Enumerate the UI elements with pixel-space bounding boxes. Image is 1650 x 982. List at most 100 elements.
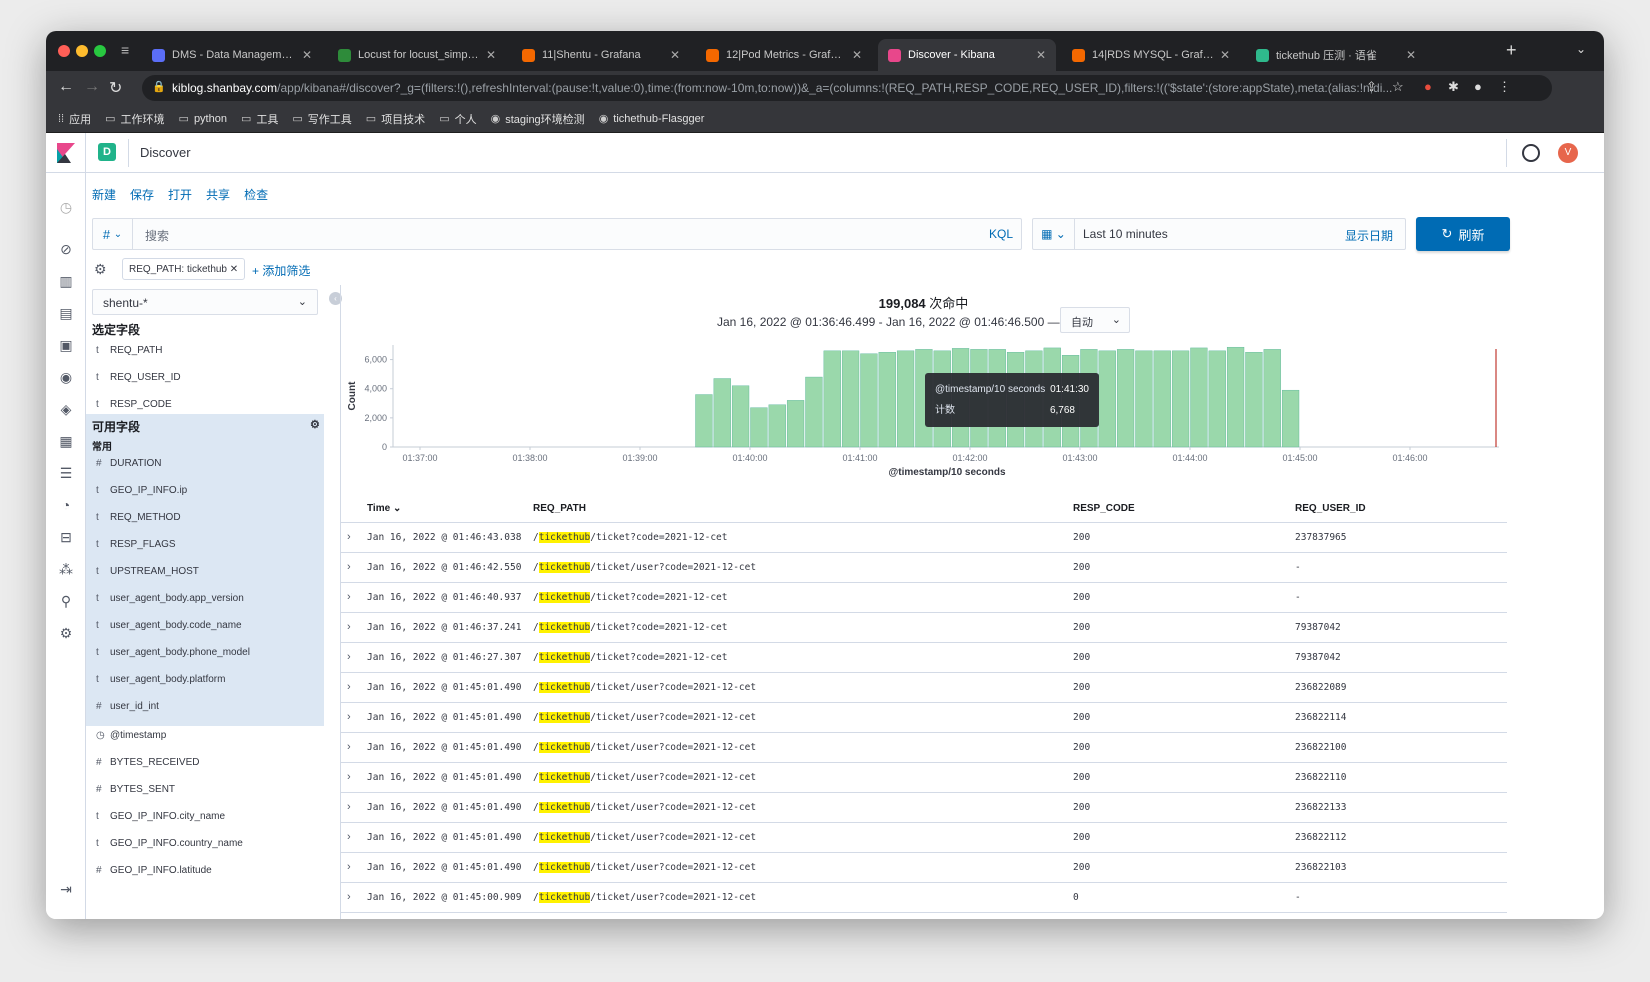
bookmark-item[interactable]: ▭ 工具 [241, 111, 278, 127]
table-row[interactable]: › Jan 16, 2022 @ 01:46:37.241/tickethub/t… [341, 613, 1507, 643]
histogram-bar[interactable] [713, 378, 731, 448]
management-gear-icon[interactable]: ⚙ [58, 625, 74, 641]
dashboard-icon[interactable]: ▤ [58, 305, 74, 321]
histogram-bar[interactable] [896, 350, 915, 448]
more-menu-icon[interactable]: ⋮ [1498, 79, 1511, 95]
browser-tab[interactable]: Locust for locust_simple.py ✕ [328, 39, 506, 71]
close-icon[interactable]: ✕ [1406, 48, 1416, 62]
close-icon[interactable]: ✕ [486, 48, 496, 62]
histogram-bar[interactable] [805, 376, 823, 448]
dev-tools-icon[interactable]: ⚲ [58, 593, 74, 609]
histogram-bar[interactable] [1245, 352, 1263, 448]
field-item[interactable]: ◷ @timestamp [86, 722, 324, 749]
histogram-bar[interactable] [750, 407, 768, 448]
filter-pill[interactable]: REQ_PATH: tickethub ✕ [122, 258, 246, 280]
table-row[interactable]: › Jan 16, 2022 @ 01:45:01.490/tickethub/t… [341, 793, 1507, 823]
logs-icon[interactable]: ▦ [58, 433, 74, 449]
histogram-bar[interactable] [1263, 349, 1281, 448]
help-icon[interactable] [1522, 144, 1540, 162]
histogram-bar[interactable] [1190, 347, 1208, 448]
bookmark-item[interactable]: ▭ 工作环境 [105, 111, 164, 127]
expand-row-icon[interactable]: › [347, 831, 351, 843]
siem-lock-icon[interactable]: ⊟ [58, 529, 74, 545]
field-item[interactable]: t user_agent_body.app_version [86, 585, 324, 612]
table-row[interactable]: › Jan 16, 2022 @ 01:46:43.038/tickethub/t… [341, 523, 1507, 553]
close-icon[interactable]: ✕ [230, 264, 238, 275]
histogram-bar[interactable] [1171, 350, 1190, 448]
profile-icon[interactable]: ● [1474, 79, 1482, 94]
browser-tab[interactable]: 11|Shentu - Grafana ✕ [512, 39, 690, 71]
browser-tab[interactable]: DMS - Data Management Ser ✕ [142, 39, 322, 71]
infrastructure-icon[interactable]: ◈ [58, 401, 74, 417]
extension-icon[interactable]: ● [1424, 79, 1432, 94]
menu-share[interactable]: 共享 [206, 186, 230, 203]
recent-clock-icon[interactable]: ◷ [58, 199, 74, 215]
bookmark-item[interactable]: ▭ 个人 [439, 111, 476, 127]
histogram-bar[interactable] [1226, 346, 1245, 448]
expand-row-icon[interactable]: › [347, 801, 351, 813]
browser-tab[interactable]: tickethub 压测 · 语雀 ✕ [1246, 39, 1426, 71]
table-row[interactable]: › Jan 16, 2022 @ 01:46:40.937/tickethub/t… [341, 583, 1507, 613]
bookmark-item[interactable]: ▭ python [179, 112, 227, 126]
table-row[interactable]: › Jan 16, 2022 @ 01:45:01.490/tickethub/t… [341, 823, 1507, 853]
expand-row-icon[interactable]: › [347, 651, 351, 663]
field-item[interactable]: # user_id_int [86, 693, 324, 720]
puzzle-icon[interactable]: ✱ [1448, 79, 1459, 95]
close-icon[interactable]: ✕ [1036, 48, 1046, 62]
bookmark-star-icon[interactable]: ☆ [1392, 79, 1404, 95]
filter-gear-icon[interactable]: ⚙ [94, 261, 107, 278]
histogram-bar[interactable] [860, 353, 878, 448]
collapse-nav-icon[interactable]: ⇥ [58, 881, 74, 897]
kql-toggle[interactable]: KQL [989, 227, 1013, 241]
expand-row-icon[interactable]: › [347, 531, 351, 543]
refresh-button[interactable]: ↻ 刷新 [1416, 217, 1510, 251]
field-item[interactable]: # GEO_IP_INFO.latitude [86, 857, 324, 884]
date-range-text[interactable]: Last 10 minutes [1083, 227, 1168, 241]
histogram-bar[interactable] [1116, 349, 1135, 448]
uptime-icon[interactable]: ◔ [58, 497, 74, 513]
histogram-bar[interactable] [1135, 350, 1153, 448]
field-item[interactable]: t user_agent_body.code_name [86, 612, 324, 639]
field-item[interactable]: # DURATION [86, 450, 324, 477]
field-item[interactable]: t RESP_FLAGS [86, 531, 324, 558]
browser-tab[interactable]: 14|RDS MYSQL - Grafana ✕ [1062, 39, 1240, 71]
field-item[interactable]: t REQ_USER_ID [86, 364, 324, 391]
back-arrow-icon[interactable]: ← [58, 78, 74, 96]
browser-tab[interactable]: 12|Pod Metrics - Grafana ✕ [696, 39, 872, 71]
field-item[interactable]: t user_agent_body.phone_model [86, 639, 324, 666]
histogram-bar[interactable] [1098, 350, 1116, 448]
close-icon[interactable]: ✕ [302, 48, 312, 62]
visualize-chart-icon[interactable]: ▥ [58, 273, 74, 289]
bookmark-item[interactable]: ◉ staging环境检测 [491, 111, 585, 127]
avatar[interactable]: V [1558, 143, 1578, 163]
field-item[interactable]: t GEO_IP_INFO.country_name [86, 830, 324, 857]
histogram-bar[interactable] [823, 350, 841, 448]
url-field[interactable]: 🔒 kiblog.shanbay.com/app/kibana#/discove… [142, 75, 1552, 101]
field-item[interactable]: # BYTES_RECEIVED [86, 749, 324, 776]
tab-search-icon[interactable]: ≡ [121, 42, 139, 60]
expand-row-icon[interactable]: › [347, 621, 351, 633]
expand-row-icon[interactable]: › [347, 711, 351, 723]
expand-row-icon[interactable]: › [347, 681, 351, 693]
expand-row-icon[interactable]: › [347, 891, 351, 903]
bookmark-item[interactable]: ⁞⁞ 应用 [58, 111, 91, 127]
add-filter-button[interactable]: + 添加筛选 [252, 262, 310, 279]
field-item[interactable]: # BYTES_SENT [86, 776, 324, 803]
histogram-bar[interactable] [1153, 350, 1171, 448]
field-item[interactable]: t REQ_METHOD [86, 504, 324, 531]
col-req-user-id[interactable]: REQ_USER_ID [1295, 503, 1366, 514]
menu-new[interactable]: 新建 [92, 186, 116, 203]
histogram-bar[interactable] [786, 400, 805, 448]
minimize-window-button[interactable] [76, 45, 88, 57]
maps-icon[interactable]: ◉ [58, 369, 74, 385]
reload-icon[interactable]: ↻ [109, 78, 122, 98]
expand-row-icon[interactable]: › [347, 561, 351, 573]
close-icon[interactable]: ✕ [852, 48, 862, 62]
table-row[interactable]: › Jan 16, 2022 @ 01:45:01.490/tickethub/t… [341, 673, 1507, 703]
index-pattern-select[interactable]: shentu-* ⌄ [92, 289, 318, 315]
graph-icon[interactable]: ⁂ [58, 561, 74, 577]
histogram-chart[interactable]: 0 2,000 4,000 6,000 Count 01:37:00 01:38:00 01:… [341, 337, 1507, 487]
col-req-path[interactable]: REQ_PATH [533, 503, 586, 514]
histogram-bar[interactable] [878, 352, 896, 448]
col-time[interactable]: Time ⌄ [367, 503, 401, 514]
